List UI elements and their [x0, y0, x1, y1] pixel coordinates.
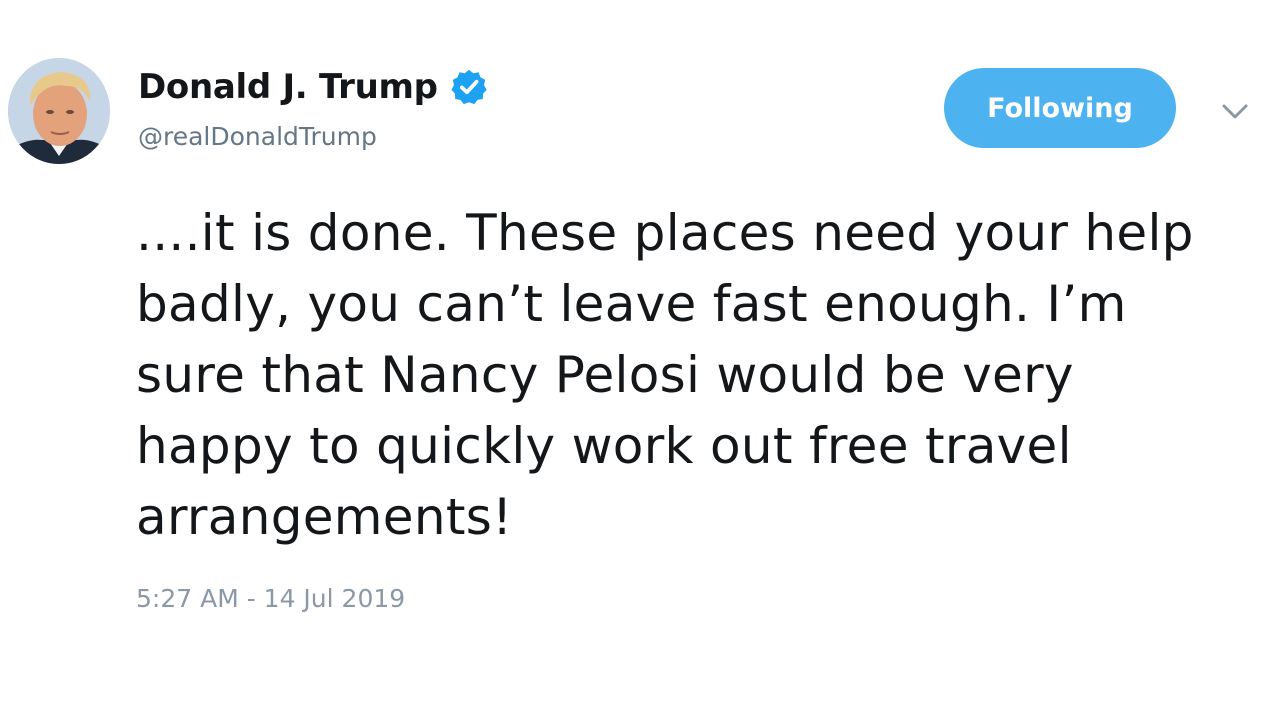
author-display-name[interactable]: Donald J. Trump	[138, 67, 438, 107]
following-button[interactable]: Following	[944, 68, 1176, 148]
author-name-row: Donald J. Trump	[138, 66, 488, 108]
chevron-down-icon[interactable]	[1218, 96, 1252, 126]
verified-badge-icon	[450, 68, 488, 106]
author-handle[interactable]: @realDonaldTrump	[138, 122, 377, 151]
tweet-text: ....it is done. These places need your h…	[136, 204, 1210, 546]
tweet-card: Donald J. Trump @realDonaldTrump Followi…	[0, 0, 1280, 720]
avatar[interactable]	[8, 58, 110, 164]
tweet-timestamp[interactable]: 5:27 AM - 14 Jul 2019	[136, 584, 405, 613]
